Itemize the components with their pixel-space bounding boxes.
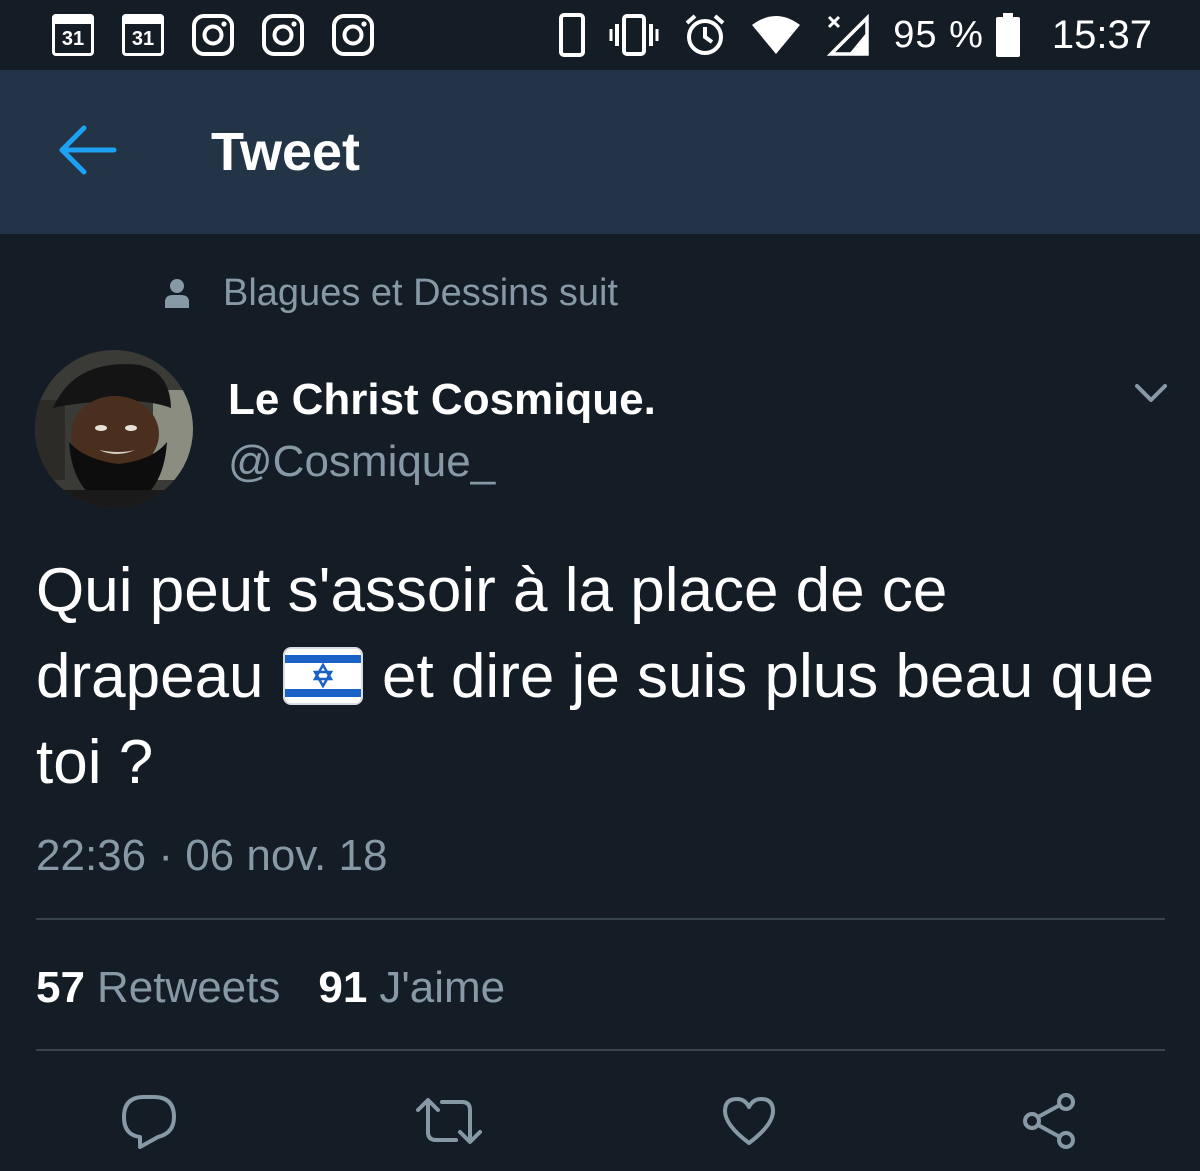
israel-flag-icon [282, 646, 363, 705]
cellular-signal-icon [825, 14, 870, 56]
tweet-actions [0, 1088, 1200, 1158]
calendar-day: 31 [131, 27, 155, 50]
social-context-text: Blagues et Dessins suit [223, 271, 618, 314]
app-header: Tweet [0, 70, 1200, 234]
likes-count: 91 [318, 963, 368, 1012]
alarm-icon [683, 13, 727, 57]
status-bar: 31 31 95 % 15:37 [0, 0, 1200, 70]
person-icon [162, 278, 192, 308]
vibrate-icon [609, 13, 659, 57]
heart-icon [721, 1095, 777, 1152]
like-button[interactable] [714, 1088, 784, 1158]
tweet-options-button[interactable] [1128, 374, 1174, 416]
page-title: Tweet [211, 122, 361, 182]
display-name[interactable]: Le Christ Cosmique. [228, 372, 656, 428]
chevron-down-icon [1134, 382, 1168, 409]
social-context[interactable]: Blagues et Dessins suit [162, 268, 618, 318]
calendar-icon: 31 [122, 14, 164, 56]
calendar-day: 31 [61, 27, 85, 50]
likes-stat[interactable]: 91 J'aime [318, 963, 505, 1013]
reply-icon [120, 1093, 178, 1154]
likes-label: J'aime [379, 963, 506, 1012]
instagram-icon [262, 14, 304, 56]
retweet-button[interactable] [414, 1088, 484, 1158]
reply-button[interactable] [114, 1088, 184, 1158]
calendar-icon: 31 [52, 14, 94, 56]
battery-percent: 95 % [893, 13, 984, 56]
divider [36, 918, 1165, 920]
retweets-stat[interactable]: 57 Retweets [36, 963, 280, 1013]
wifi-icon [751, 15, 801, 55]
instagram-icon [332, 14, 374, 56]
tweet-stats: 57 Retweets 91 J'aime [36, 958, 505, 1018]
phone-icon [559, 13, 586, 57]
tweet-timestamp[interactable]: 22:36 · 06 nov. 18 [36, 828, 387, 884]
instagram-icon [192, 14, 234, 56]
back-button[interactable] [56, 124, 120, 180]
avatar[interactable] [35, 350, 193, 508]
tweet-text: Qui peut s'assoir à la place de ce drape… [36, 548, 1166, 806]
retweets-label: Retweets [96, 963, 281, 1012]
retweets-count: 57 [36, 963, 85, 1012]
battery-icon [995, 13, 1020, 57]
share-icon [1020, 1092, 1078, 1155]
system-status: 95 % 15:37 [559, 10, 1152, 60]
share-button[interactable] [1014, 1088, 1084, 1158]
arrow-left-icon [58, 125, 118, 180]
retweet-icon [416, 1096, 482, 1151]
divider [36, 1049, 1165, 1051]
user-handle[interactable]: @Cosmique_ [228, 434, 495, 490]
notification-icons: 31 31 [52, 13, 374, 57]
status-clock: 15:37 [1051, 12, 1152, 57]
